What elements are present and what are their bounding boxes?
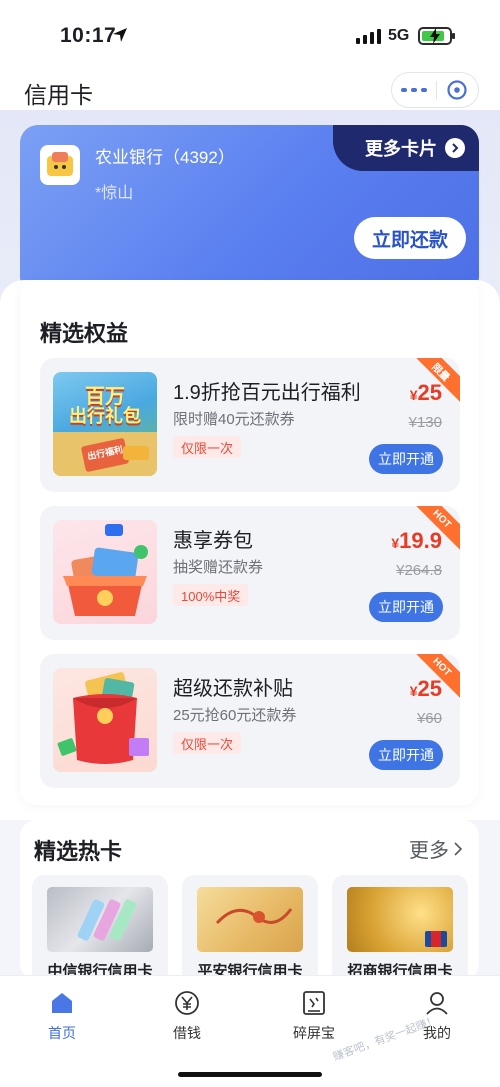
status-bar: 10:17 5G bbox=[0, 0, 500, 70]
tab-home[interactable]: 首页 bbox=[22, 988, 102, 1043]
credit-card-panel: 农业银行（4392） *惊山 更多卡片 立即还款 bbox=[20, 125, 479, 295]
repay-now-button[interactable]: 立即还款 bbox=[354, 217, 466, 259]
benefit-original-price: ¥264.8 bbox=[396, 562, 442, 579]
benefit-item[interactable]: 百万 出行礼包 出行福利 1.9折抢百元出行福利 限时赠40元还款券 仅限一次 … bbox=[40, 358, 460, 492]
citic-card-image bbox=[47, 887, 153, 952]
tab-screen-protection[interactable]: 碎屏宝 bbox=[274, 988, 354, 1043]
benefit-subtitle: 限时赠40元还款券 bbox=[173, 411, 295, 428]
chevron-right-icon bbox=[445, 138, 465, 158]
benefit-tag: 100%中奖 bbox=[173, 584, 249, 606]
home-indicator bbox=[178, 1072, 322, 1077]
benefit-tag: 仅限一次 bbox=[173, 732, 242, 754]
benefits-title: 精选权益 bbox=[40, 321, 129, 346]
benefit-original-price: ¥130 bbox=[408, 414, 442, 431]
benefit-item[interactable]: 超级还款补贴 25元抢60元还款券 仅限一次 ¥25 ¥60 立即开通 HOT bbox=[40, 654, 460, 788]
more-label: 更多 bbox=[409, 840, 449, 862]
hot-cards-more-link[interactable]: 更多 bbox=[409, 834, 463, 863]
tab-label: 碎屏宝 bbox=[293, 1025, 335, 1041]
more-cards-label: 更多卡片 bbox=[365, 139, 437, 159]
benefit-tag: 仅限一次 bbox=[173, 436, 242, 458]
tab-label: 首页 bbox=[48, 1025, 76, 1041]
hot-cards-section: 精选热卡 更多 中信银行信用卡 平安银行信用卡 招商银行信用卡 bbox=[20, 820, 479, 985]
red-envelope-thumbnail bbox=[53, 668, 157, 772]
yuan-icon bbox=[172, 988, 202, 1018]
more-cards-button[interactable]: 更多卡片 bbox=[333, 125, 479, 171]
chevron-right-icon bbox=[454, 841, 463, 856]
signal-icon bbox=[356, 29, 381, 44]
home-icon bbox=[47, 988, 77, 1018]
benefit-title: 超级还款补贴 bbox=[173, 678, 293, 700]
page-title: 信用卡 bbox=[24, 82, 93, 108]
tab-label: 借钱 bbox=[173, 1025, 201, 1041]
hot-card-item[interactable]: 平安银行信用卡 bbox=[182, 875, 318, 985]
coupon-pack-thumbnail bbox=[53, 520, 157, 624]
hot-card-item[interactable]: 招商银行信用卡 bbox=[332, 875, 468, 985]
battery-icon bbox=[418, 27, 455, 45]
pingan-card-image bbox=[197, 887, 303, 952]
card-holder: *惊山 bbox=[95, 185, 134, 202]
thumb-text: 出行礼包 bbox=[69, 406, 141, 426]
benefit-title: 惠享券包 bbox=[173, 530, 253, 552]
bank-logo-icon bbox=[40, 145, 80, 185]
more-options-icon[interactable] bbox=[392, 73, 436, 107]
hot-card-item[interactable]: 中信银行信用卡 bbox=[32, 875, 168, 985]
network-type: 5G bbox=[388, 27, 410, 44]
benefit-price: ¥19.9 bbox=[391, 528, 442, 553]
benefit-subtitle: 抽奖赠还款券 bbox=[173, 559, 264, 576]
cmb-card-image bbox=[347, 887, 453, 952]
credit-card-page: 10:17 5G 信用卡 农业银行（4392） *惊山 更多卡片 立即还款 精选… bbox=[0, 0, 500, 1087]
close-miniapp-icon[interactable] bbox=[436, 73, 478, 107]
benefit-price: ¥25 bbox=[409, 676, 442, 701]
benefits-sheet: 精选权益 百万 出行礼包 出行福利 1.9折抢百元出行福利 限时赠40元还款券 … bbox=[0, 280, 500, 820]
benefits-section: 精选权益 百万 出行礼包 出行福利 1.9折抢百元出行福利 限时赠40元还款券 … bbox=[20, 280, 479, 805]
tab-borrow[interactable]: 借钱 bbox=[147, 988, 227, 1043]
clock: 10:17 bbox=[60, 24, 117, 47]
hot-cards-list: 中信银行信用卡 平安银行信用卡 招商银行信用卡 bbox=[32, 875, 468, 985]
benefit-title: 1.9折抢百元出行福利 bbox=[173, 382, 361, 404]
activate-button[interactable]: 立即开通 bbox=[369, 740, 443, 770]
travel-gift-thumbnail: 百万 出行礼包 出行福利 bbox=[53, 372, 157, 476]
location-arrow-icon bbox=[113, 28, 127, 42]
miniapp-capsule bbox=[391, 72, 479, 108]
benefit-item[interactable]: 惠享券包 抽奖赠还款券 100%中奖 ¥19.9 ¥264.8 立即开通 HOT bbox=[40, 506, 460, 640]
benefit-price: ¥25 bbox=[409, 380, 442, 405]
benefit-original-price: ¥60 bbox=[416, 710, 442, 727]
benefit-subtitle: 25元抢60元还款券 bbox=[173, 707, 297, 724]
bank-name: 农业银行（4392） bbox=[95, 148, 235, 167]
activate-button[interactable]: 立即开通 bbox=[369, 592, 443, 622]
hot-cards-title: 精选热卡 bbox=[34, 839, 123, 864]
broken-screen-icon bbox=[299, 988, 329, 1018]
activate-button[interactable]: 立即开通 bbox=[369, 444, 443, 474]
